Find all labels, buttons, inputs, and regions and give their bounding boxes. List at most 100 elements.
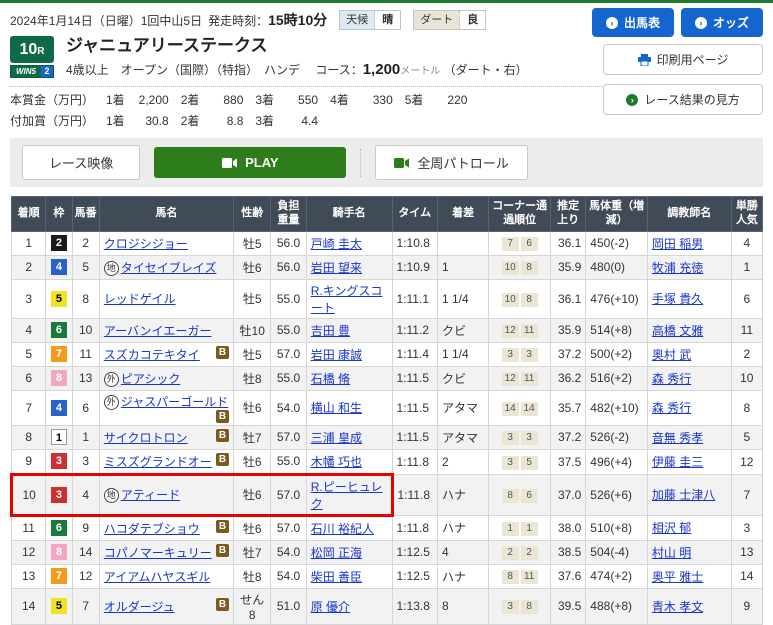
horse-name-link[interactable]: タイセイブレイズ (121, 261, 217, 275)
horse-name-link[interactable]: アーバンイエーガー (104, 324, 212, 338)
jockey-cell: 原 優介 (306, 588, 392, 624)
corner-order-cell: 11 (489, 515, 551, 540)
trainer-link[interactable]: 手塚 貴久 (652, 292, 703, 306)
play-button[interactable]: PLAY (154, 147, 346, 178)
col-header-sex-age: 性齢 (234, 197, 271, 232)
frame-cell: 5 (46, 588, 72, 624)
jockey-link[interactable]: 岩田 望来 (311, 261, 362, 275)
horse-name-link[interactable]: コパノマーキュリー (104, 546, 212, 560)
trainer-link[interactable]: 森 秀行 (652, 401, 691, 415)
jockey-link[interactable]: R.ピーヒュレク (311, 480, 383, 511)
trainer-link[interactable]: 加藤 士津八 (652, 488, 715, 502)
prize-value: 220 (423, 93, 467, 107)
trainer-cell: 伊藤 圭三 (647, 449, 731, 474)
patrol-video-button[interactable]: 全周パトロール (375, 145, 527, 180)
jockey-link[interactable]: 横山 和生 (311, 401, 362, 415)
table-row: 933ミスズグランドオーB牡655.0木幡 巧也1:11.823537.5496… (12, 449, 763, 474)
frame-cell: 1 (46, 425, 72, 449)
frame-cell: 4 (46, 255, 72, 279)
jockey-link[interactable]: 松岡 正海 (311, 546, 362, 560)
trainer-link[interactable]: 高橋 文雅 (652, 324, 703, 338)
table-row: 122クロジシジョー牡556.0戸崎 圭太1:10.87636.1450(-2)… (12, 231, 763, 255)
horse-name-link[interactable]: アティード (121, 488, 180, 502)
frame-cell: 7 (46, 564, 72, 588)
horse-name-cell: アーバンイエーガー (99, 318, 233, 342)
time-cell: 1:11.5 (392, 425, 437, 449)
jockey-link[interactable]: 岩田 康誠 (311, 348, 362, 362)
trainer-cell: 森 秀行 (647, 390, 731, 425)
favorite-cell: 8 (731, 390, 762, 425)
regional-mark-icon: 地 (104, 261, 119, 276)
win5-leg-number: 2 (41, 66, 53, 77)
horse-name-link[interactable]: ミスズグランドオー (104, 455, 212, 469)
odds-button[interactable]: › オッズ (681, 8, 763, 37)
sex-age-cell: 牡6 (234, 449, 271, 474)
col-header-horse-weight: 馬体重（増減） (586, 197, 648, 232)
main-prize-item: 5着220 (393, 93, 468, 107)
horse-name-link[interactable]: サイクロトロン (104, 431, 188, 445)
horse-name-link[interactable]: クロジシジョー (104, 237, 188, 251)
time-cell: 1:11.5 (392, 366, 437, 390)
horse-name-link[interactable]: ジャスパーゴールド (121, 395, 228, 409)
horse-name-link[interactable]: ピアシック (121, 372, 181, 386)
corner-position: 6 (521, 489, 538, 503)
weight-cell: 55.0 (271, 279, 306, 318)
corner-order-cell: 38 (489, 588, 551, 624)
rank-cell: 12 (12, 540, 46, 564)
jockey-link[interactable]: 三浦 皇成 (311, 431, 362, 445)
sex-age-cell: 牡5 (234, 279, 271, 318)
horse-name-link[interactable]: レッドゲイル (104, 292, 176, 306)
corner-position: 10 (502, 293, 519, 307)
trainer-link[interactable]: 岡田 稲男 (652, 237, 703, 251)
jockey-link[interactable]: 原 優介 (311, 600, 350, 614)
frame-cell: 6 (46, 515, 72, 540)
trainer-link[interactable]: 青木 孝文 (652, 600, 703, 614)
favorite-cell: 11 (731, 318, 762, 342)
jockey-link[interactable]: R.キングスコート (311, 284, 383, 315)
odds-button-label: オッズ (713, 14, 749, 31)
shutsuba-button[interactable]: › 出馬表 (592, 8, 674, 37)
result-guide-button[interactable]: › レース結果の見方 (603, 84, 763, 115)
table-row: 1034地アティード牡657.0R.ピーヒュレク1:11.8ハナ8637.052… (12, 474, 763, 515)
rank-cell: 8 (12, 425, 46, 449)
jockey-link[interactable]: 柴田 善臣 (311, 570, 362, 584)
jockey-link[interactable]: 木幡 巧也 (311, 455, 362, 469)
horse-name-link[interactable]: オルダージュ (104, 600, 175, 614)
horse-name-cell: クロジシジョー (99, 231, 233, 255)
jockey-cell: 戸崎 圭太 (306, 231, 392, 255)
print-button-label: 印刷用ページ (657, 51, 729, 68)
trainer-link[interactable]: 森 秀行 (652, 372, 691, 386)
margin-cell: クビ (437, 318, 488, 342)
corner-position: 12 (502, 372, 519, 386)
corner-order-cell: 76 (489, 231, 551, 255)
weight-cell: 57.0 (271, 474, 306, 515)
jockey-link[interactable]: 戸崎 圭太 (311, 237, 362, 251)
trainer-link[interactable]: 奥村 武 (652, 348, 691, 362)
corner-position: 3 (521, 348, 538, 362)
horse-weight-cell: 480(0) (586, 255, 648, 279)
horse-name-link[interactable]: スズカコテキタイ (104, 348, 200, 362)
trainer-link[interactable]: 伊藤 圭三 (652, 455, 703, 469)
jockey-link[interactable]: 吉田 豊 (311, 324, 350, 338)
trainer-link[interactable]: 奥平 雅士 (652, 570, 703, 584)
trainer-link[interactable]: 村山 明 (652, 546, 691, 560)
corner-position: 11 (521, 372, 538, 386)
jockey-link[interactable]: 石橋 脩 (311, 372, 350, 386)
horse-name-link[interactable]: アイアムハヤスギル (104, 570, 211, 584)
race-video-button[interactable]: レース映像 (22, 145, 140, 180)
print-button[interactable]: 印刷用ページ (603, 44, 763, 75)
trainer-link[interactable]: 音無 秀孝 (652, 431, 703, 445)
corner-position: 11 (521, 324, 538, 338)
frame-badge: 8 (51, 544, 67, 560)
rank-cell: 11 (12, 515, 46, 540)
trainer-link[interactable]: 相沢 郁 (652, 521, 691, 535)
corner-order-cell: 1211 (489, 366, 551, 390)
shutsuba-button-label: 出馬表 (624, 14, 660, 31)
weight-cell: 57.0 (271, 425, 306, 449)
jockey-cell: R.キングスコート (306, 279, 392, 318)
divider (10, 86, 608, 87)
race-date: 2024年1月14日（日曜）1回中山5日 (10, 12, 202, 29)
corner-position: 3 (502, 348, 519, 362)
trainer-link[interactable]: 牧浦 充徳 (652, 261, 703, 275)
corner-position: 3 (502, 456, 519, 470)
